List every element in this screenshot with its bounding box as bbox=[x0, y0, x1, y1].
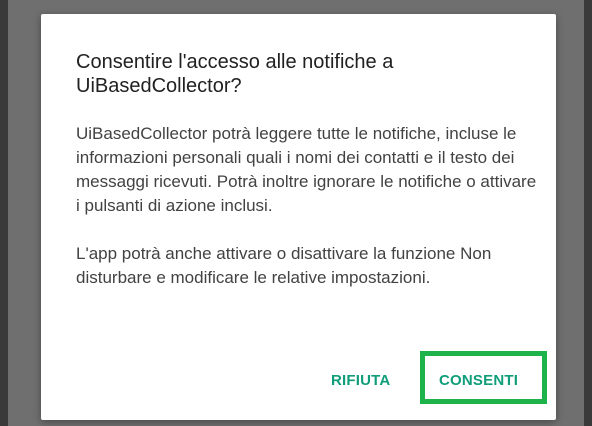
background-edge-left bbox=[0, 0, 8, 426]
dialog-message-paragraph-2: L'app potrà anche attivare o disattivare… bbox=[76, 244, 492, 287]
dialog-message: UiBasedCollector potrà leggere tutte le … bbox=[76, 122, 541, 290]
deny-button[interactable]: RIFIUTA bbox=[331, 371, 390, 391]
permission-dialog: Consentire l'accesso alle notifiche a Ui… bbox=[41, 14, 556, 420]
dialog-message-paragraph-1: UiBasedCollector potrà leggere tutte le … bbox=[76, 124, 537, 215]
dialog-title: Consentire l'accesso alle notifiche a Ui… bbox=[76, 51, 394, 97]
allow-button[interactable]: CONSENTI bbox=[439, 371, 518, 391]
dialog-actions: RIFIUTA CONSENTI bbox=[41, 356, 556, 406]
background-edge-right bbox=[584, 0, 592, 426]
